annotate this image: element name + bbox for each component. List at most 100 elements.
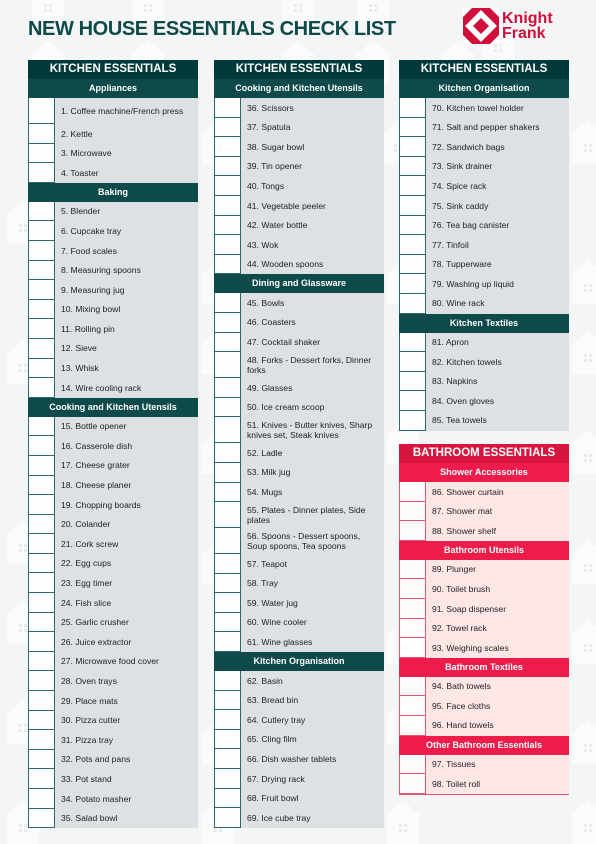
checkbox[interactable]: [400, 521, 426, 541]
checkbox[interactable]: [215, 352, 241, 379]
checkbox[interactable]: [400, 774, 426, 794]
checkbox[interactable]: [29, 534, 55, 554]
checkbox[interactable]: [29, 808, 55, 829]
checkbox[interactable]: [400, 156, 426, 177]
checkbox[interactable]: [29, 553, 55, 574]
checkbox[interactable]: [400, 98, 426, 118]
checkbox[interactable]: [400, 482, 426, 502]
checkbox[interactable]: [29, 730, 55, 750]
checkbox[interactable]: [400, 391, 426, 411]
checkbox[interactable]: [215, 749, 241, 770]
checkbox[interactable]: [400, 638, 426, 658]
checkbox[interactable]: [400, 754, 426, 775]
checkbox[interactable]: [29, 691, 55, 711]
checkbox[interactable]: [29, 769, 55, 789]
checkbox[interactable]: [400, 715, 426, 736]
checkbox[interactable]: [29, 201, 55, 222]
checkbox[interactable]: [215, 98, 241, 118]
checkbox[interactable]: [29, 240, 55, 261]
checkbox[interactable]: [215, 195, 241, 216]
checkbox[interactable]: [215, 312, 241, 333]
checkbox[interactable]: [215, 254, 241, 275]
checkbox[interactable]: [215, 156, 241, 177]
checkbox[interactable]: [29, 671, 55, 692]
checkbox[interactable]: [215, 808, 241, 828]
checkbox[interactable]: [400, 618, 426, 639]
checkbox[interactable]: [215, 417, 241, 444]
checkbox[interactable]: [400, 274, 426, 294]
checkbox[interactable]: [215, 378, 241, 398]
checkbox[interactable]: [29, 378, 55, 398]
house-icon: [570, 720, 596, 764]
checkbox[interactable]: [29, 280, 55, 300]
checkbox[interactable]: [29, 710, 55, 731]
checkbox[interactable]: [400, 117, 426, 138]
checkbox[interactable]: [29, 338, 55, 359]
checkbox[interactable]: [215, 573, 241, 594]
checkbox[interactable]: [400, 332, 426, 353]
checkbox[interactable]: [215, 612, 241, 633]
checkbox[interactable]: [215, 117, 241, 138]
checkbox[interactable]: [29, 789, 55, 809]
checkbox[interactable]: [29, 475, 55, 496]
checkbox[interactable]: [215, 528, 241, 555]
checkbox[interactable]: [215, 215, 241, 236]
checkbox[interactable]: [215, 235, 241, 255]
checkbox[interactable]: [29, 632, 55, 652]
checkbox[interactable]: [215, 137, 241, 157]
checkbox[interactable]: [400, 559, 426, 580]
checkbox[interactable]: [215, 332, 241, 353]
checkbox[interactable]: [400, 371, 426, 392]
checkbox[interactable]: [29, 416, 55, 437]
checkbox[interactable]: [215, 293, 241, 313]
checkbox[interactable]: [29, 749, 55, 770]
checkbox[interactable]: [215, 710, 241, 730]
checkbox[interactable]: [29, 260, 55, 281]
checkbox[interactable]: [215, 176, 241, 196]
checkbox[interactable]: [29, 221, 55, 241]
checkbox[interactable]: [29, 358, 55, 379]
checkbox[interactable]: [400, 293, 426, 314]
checkbox[interactable]: [29, 163, 55, 183]
checkbox[interactable]: [215, 671, 241, 691]
checkbox[interactable]: [400, 215, 426, 236]
checkbox[interactable]: [215, 482, 241, 503]
checkbox[interactable]: [29, 299, 55, 320]
checkbox[interactable]: [215, 397, 241, 418]
checkbox[interactable]: [215, 554, 241, 574]
checkbox[interactable]: [215, 788, 241, 809]
checkbox[interactable]: [29, 495, 55, 515]
checkbox[interactable]: [400, 598, 426, 619]
checkbox[interactable]: [29, 514, 55, 535]
checkbox[interactable]: [29, 573, 55, 594]
checkbox[interactable]: [400, 410, 426, 431]
checkbox[interactable]: [215, 690, 241, 711]
checkbox[interactable]: [29, 143, 55, 164]
checkbox[interactable]: [400, 176, 426, 196]
checkbox[interactable]: [400, 696, 426, 716]
checkbox[interactable]: [400, 579, 426, 599]
checkbox[interactable]: [29, 651, 55, 672]
checkbox[interactable]: [400, 352, 426, 372]
checkbox[interactable]: [215, 593, 241, 613]
checkbox[interactable]: [400, 501, 426, 522]
checkbox[interactable]: [215, 769, 241, 789]
checkbox[interactable]: [400, 254, 426, 275]
checkbox[interactable]: [215, 729, 241, 750]
checkbox[interactable]: [215, 502, 241, 529]
checkbox[interactable]: [215, 443, 241, 463]
checklist-item: 10. Mixing bowl: [28, 299, 198, 320]
checkbox[interactable]: [29, 98, 55, 124]
checkbox[interactable]: [400, 137, 426, 157]
checkbox[interactable]: [29, 455, 55, 476]
checkbox[interactable]: [400, 235, 426, 255]
checkbox[interactable]: [29, 124, 55, 144]
checkbox[interactable]: [215, 632, 241, 653]
checkbox[interactable]: [29, 612, 55, 633]
checkbox[interactable]: [29, 436, 55, 456]
checkbox[interactable]: [29, 593, 55, 613]
checkbox[interactable]: [400, 195, 426, 216]
checkbox[interactable]: [215, 462, 241, 483]
checkbox[interactable]: [29, 319, 55, 339]
checkbox[interactable]: [400, 676, 426, 697]
